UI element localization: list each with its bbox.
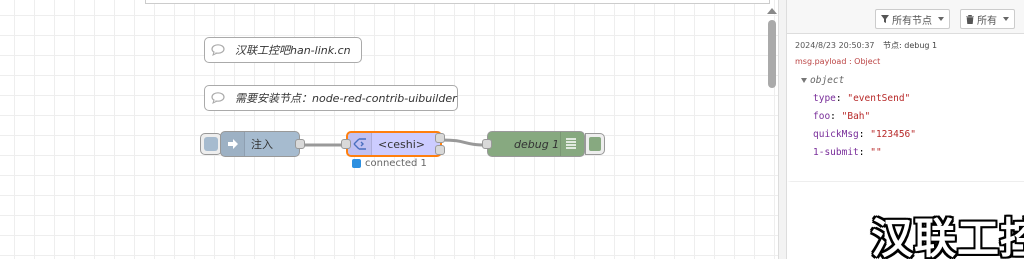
inject-trigger-button[interactable] bbox=[200, 133, 222, 155]
chevron-down-icon bbox=[1003, 17, 1009, 21]
caret-down-icon bbox=[801, 78, 807, 83]
scroll-up-icon[interactable] bbox=[767, 8, 777, 14]
comment-text: 汉联工控吧han-link.cn bbox=[235, 44, 351, 57]
comment-node-install-note[interactable]: 需要安装节点：node-red-contrib-uibuilder bbox=[204, 85, 458, 111]
status-dot-icon bbox=[352, 159, 361, 168]
inject-trigger-swatch bbox=[204, 137, 218, 151]
comment-text: 需要安装节点：node-red-contrib-uibuilder bbox=[235, 92, 457, 105]
debug-message-node-link[interactable]: 节点: debug 1 bbox=[883, 41, 937, 50]
debug-message-topic: msg.payload : Object bbox=[795, 57, 881, 66]
property-value: "eventSend" bbox=[847, 93, 911, 104]
uibuilder-node[interactable]: <ceshi> bbox=[341, 131, 445, 157]
property-key: quickMsg bbox=[813, 129, 859, 140]
uibuilder-output-port-1[interactable] bbox=[435, 133, 445, 143]
property-value: "123456" bbox=[870, 129, 916, 140]
workspace-scrollbar-thumb[interactable] bbox=[768, 20, 776, 88]
filter-nodes-button[interactable]: 所有节点 bbox=[875, 9, 950, 29]
property-key: type bbox=[813, 93, 836, 104]
debug-message[interactable]: 2024/8/23 20:50:37 节点: debug 1 msg.paylo… bbox=[787, 34, 1024, 182]
debug-toolbar: 所有节点 所有 bbox=[787, 0, 1024, 34]
node-red-editor: 汉联工控吧han-link.cn 需要安装节点：node-red-contrib… bbox=[0, 0, 1024, 259]
debug-message-meta: 2024/8/23 20:50:37 节点: debug 1 bbox=[795, 40, 1020, 51]
inject-node[interactable]: 注入 bbox=[220, 131, 305, 157]
sidebar-splitter[interactable] bbox=[778, 0, 787, 259]
clear-messages-label: 所有 bbox=[977, 15, 997, 27]
inject-node-label: 注入 bbox=[251, 138, 273, 151]
debug-message-object: object type: "eventSend" foo: "Bah" quic… bbox=[795, 72, 1020, 162]
comment-icon bbox=[205, 38, 231, 62]
property-value: "" bbox=[870, 147, 882, 158]
uibuilder-icon bbox=[348, 133, 372, 155]
debug-list-icon bbox=[560, 132, 580, 156]
object-property: 1-submit: "" bbox=[813, 147, 882, 158]
uibuilder-output-port-2[interactable] bbox=[435, 145, 445, 155]
flow-workspace[interactable]: 汉联工控吧han-link.cn 需要安装节点：node-red-contrib… bbox=[0, 0, 778, 259]
object-property: quickMsg: "123456" bbox=[813, 129, 916, 140]
flow-wires bbox=[300, 138, 488, 147]
property-key: foo bbox=[813, 111, 831, 122]
object-property: type: "eventSend" bbox=[813, 93, 911, 104]
debug-input-port[interactable] bbox=[482, 139, 492, 149]
debug-toggle-swatch bbox=[589, 137, 601, 151]
property-key: 1-submit bbox=[813, 147, 859, 158]
object-type-label: object bbox=[810, 75, 845, 86]
trash-icon bbox=[966, 14, 974, 24]
clear-messages-button[interactable]: 所有 bbox=[960, 9, 1015, 29]
chevron-down-icon bbox=[938, 17, 944, 21]
watermark: 汉联工控吧 bbox=[871, 214, 1024, 259]
debug-node[interactable]: debug 1 bbox=[482, 131, 585, 157]
filter-icon bbox=[881, 15, 889, 23]
comment-icon bbox=[205, 86, 231, 110]
uibuilder-status-text: connected 1 bbox=[365, 158, 427, 169]
inject-arrow-icon bbox=[221, 132, 245, 156]
debug-message-timestamp: 2024/8/23 20:50:37 bbox=[795, 41, 875, 50]
filter-nodes-label: 所有节点 bbox=[892, 15, 932, 27]
comment-node-hanlink[interactable]: 汉联工控吧han-link.cn bbox=[204, 37, 362, 63]
property-value: "Bah" bbox=[841, 111, 871, 122]
object-property: foo: "Bah" bbox=[813, 111, 871, 122]
uibuilder-node-label: <ceshi> bbox=[378, 137, 426, 151]
debug-node-label: debug 1 bbox=[514, 137, 560, 151]
uibuilder-input-port[interactable] bbox=[341, 139, 351, 149]
object-tree-head[interactable]: object bbox=[795, 72, 1020, 90]
uibuilder-status: connected 1 bbox=[352, 158, 427, 169]
wire-ceshi-to-debug bbox=[441, 138, 488, 147]
debug-toggle-button[interactable] bbox=[585, 133, 605, 155]
inject-output-port[interactable] bbox=[295, 139, 305, 149]
